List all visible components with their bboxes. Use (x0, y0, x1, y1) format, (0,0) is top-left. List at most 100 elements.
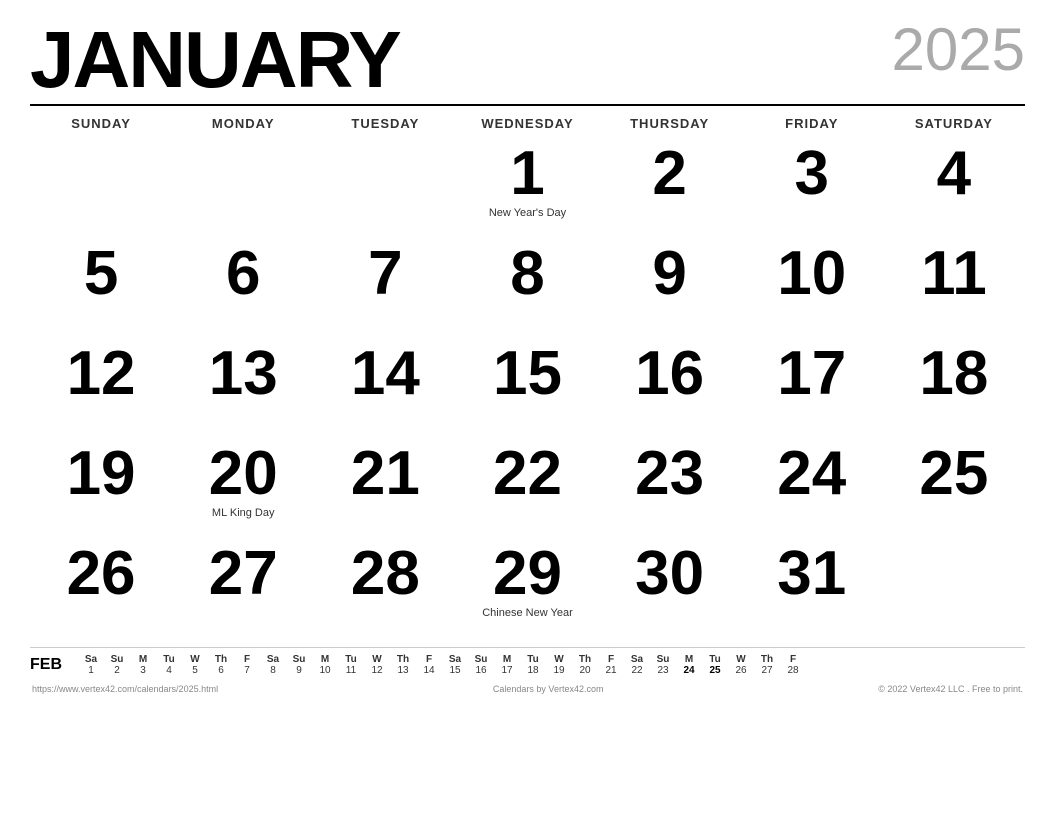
day-number: 23 (635, 443, 704, 505)
mini-number-row: 1234567891011121314151617181920212223242… (78, 665, 806, 676)
mini-day-header: Sa (624, 654, 650, 665)
day-cell: 19 (30, 439, 172, 539)
day-cell (172, 139, 314, 239)
mini-day-number: 23 (650, 665, 676, 676)
day-header-thursday: THURSDAY (599, 112, 741, 135)
mini-day-header: F (416, 654, 442, 665)
mini-day-header: Tu (520, 654, 546, 665)
day-number: 2 (652, 143, 686, 205)
day-cell: 22 (456, 439, 598, 539)
mini-day-number: 10 (312, 665, 338, 676)
day-header-wednesday: WEDNESDAY (456, 112, 598, 135)
day-cell: 7 (314, 239, 456, 339)
day-cell: 23 (599, 439, 741, 539)
mini-day-number: 14 (416, 665, 442, 676)
footer-url: https://www.vertex42.com/calendars/2025.… (32, 684, 218, 694)
day-number: 16 (635, 343, 704, 405)
mini-day-header: F (234, 654, 260, 665)
year-title: 2025 (892, 20, 1025, 80)
footer-center: Calendars by Vertex42.com (493, 684, 604, 694)
mini-day-number: 11 (338, 665, 364, 676)
holiday-label: New Year's Day (489, 207, 566, 219)
holiday-label: Chinese New Year (482, 607, 573, 619)
calendar-header: JANUARY 2025 (30, 20, 1025, 100)
day-cell: 8 (456, 239, 598, 339)
mini-day-number: 27 (754, 665, 780, 676)
mini-day-number: 18 (520, 665, 546, 676)
day-cell: 25 (883, 439, 1025, 539)
mini-day-header: M (312, 654, 338, 665)
day-cell (314, 139, 456, 239)
day-cell: 9 (599, 239, 741, 339)
mini-day-header: Tu (702, 654, 728, 665)
day-cell: 6 (172, 239, 314, 339)
mini-day-header: Th (754, 654, 780, 665)
day-number: 12 (67, 343, 136, 405)
day-number: 9 (652, 243, 686, 305)
mini-grid: SaSuMTuWThFSaSuMTuWThFSaSuMTuWThFSaSuMTu… (78, 654, 806, 676)
day-cell: 5 (30, 239, 172, 339)
day-number: 6 (226, 243, 260, 305)
mini-day-number: 1 (78, 665, 104, 676)
mini-day-number: 17 (494, 665, 520, 676)
mini-calendar-section: FEB SaSuMTuWThFSaSuMTuWThFSaSuMTuWThFSaS… (30, 647, 1025, 676)
mini-day-header: W (182, 654, 208, 665)
day-cell (30, 139, 172, 239)
day-headers: SUNDAYMONDAYTUESDAYWEDNESDAYTHURSDAYFRID… (30, 104, 1025, 135)
mini-day-header: M (130, 654, 156, 665)
mini-day-header: M (494, 654, 520, 665)
mini-day-number: 28 (780, 665, 806, 676)
mini-day-number: 19 (546, 665, 572, 676)
day-cell: 28 (314, 539, 456, 639)
mini-day-number: 22 (624, 665, 650, 676)
mini-day-header: Th (208, 654, 234, 665)
day-header-friday: FRIDAY (741, 112, 883, 135)
day-header-sunday: SUNDAY (30, 112, 172, 135)
mini-day-header: Sa (260, 654, 286, 665)
day-number: 15 (493, 343, 562, 405)
day-cell: 10 (741, 239, 883, 339)
mini-day-header: W (728, 654, 754, 665)
day-cell: 26 (30, 539, 172, 639)
day-cell: 14 (314, 339, 456, 439)
mini-day-header: W (546, 654, 572, 665)
calendar-grid: 1New Year's Day2345678910111213141516171… (30, 139, 1025, 639)
day-cell: 2 (599, 139, 741, 239)
mini-day-number: 4 (156, 665, 182, 676)
day-cell: 16 (599, 339, 741, 439)
day-number: 24 (777, 443, 846, 505)
mini-day-header: Su (468, 654, 494, 665)
day-number: 19 (67, 443, 136, 505)
day-number: 14 (351, 343, 420, 405)
day-number: 25 (919, 443, 988, 505)
mini-header-row: SaSuMTuWThFSaSuMTuWThFSaSuMTuWThFSaSuMTu… (78, 654, 806, 665)
mini-day-header: F (780, 654, 806, 665)
mini-day-number: 2 (104, 665, 130, 676)
mini-day-number: 9 (286, 665, 312, 676)
mini-day-number: 5 (182, 665, 208, 676)
day-header-tuesday: TUESDAY (314, 112, 456, 135)
footer-right: © 2022 Vertex42 LLC . Free to print. (878, 684, 1023, 694)
mini-day-header: Tu (338, 654, 364, 665)
mini-day-number: 16 (468, 665, 494, 676)
mini-day-header: Sa (442, 654, 468, 665)
mini-day-header: M (676, 654, 702, 665)
day-number: 4 (937, 143, 971, 205)
day-cell: 24 (741, 439, 883, 539)
day-cell: 31 (741, 539, 883, 639)
day-number: 30 (635, 543, 704, 605)
day-cell: 21 (314, 439, 456, 539)
mini-day-header: Su (286, 654, 312, 665)
day-number: 26 (67, 543, 136, 605)
day-number: 13 (209, 343, 278, 405)
day-number: 3 (795, 143, 829, 205)
mini-day-number: 13 (390, 665, 416, 676)
mini-day-number: 24 (676, 665, 702, 676)
mini-day-number: 20 (572, 665, 598, 676)
day-cell: 11 (883, 239, 1025, 339)
mini-month-label: FEB (30, 656, 70, 674)
day-header-saturday: SATURDAY (883, 112, 1025, 135)
day-cell: 29Chinese New Year (456, 539, 598, 639)
day-cell: 12 (30, 339, 172, 439)
day-cell: 20ML King Day (172, 439, 314, 539)
